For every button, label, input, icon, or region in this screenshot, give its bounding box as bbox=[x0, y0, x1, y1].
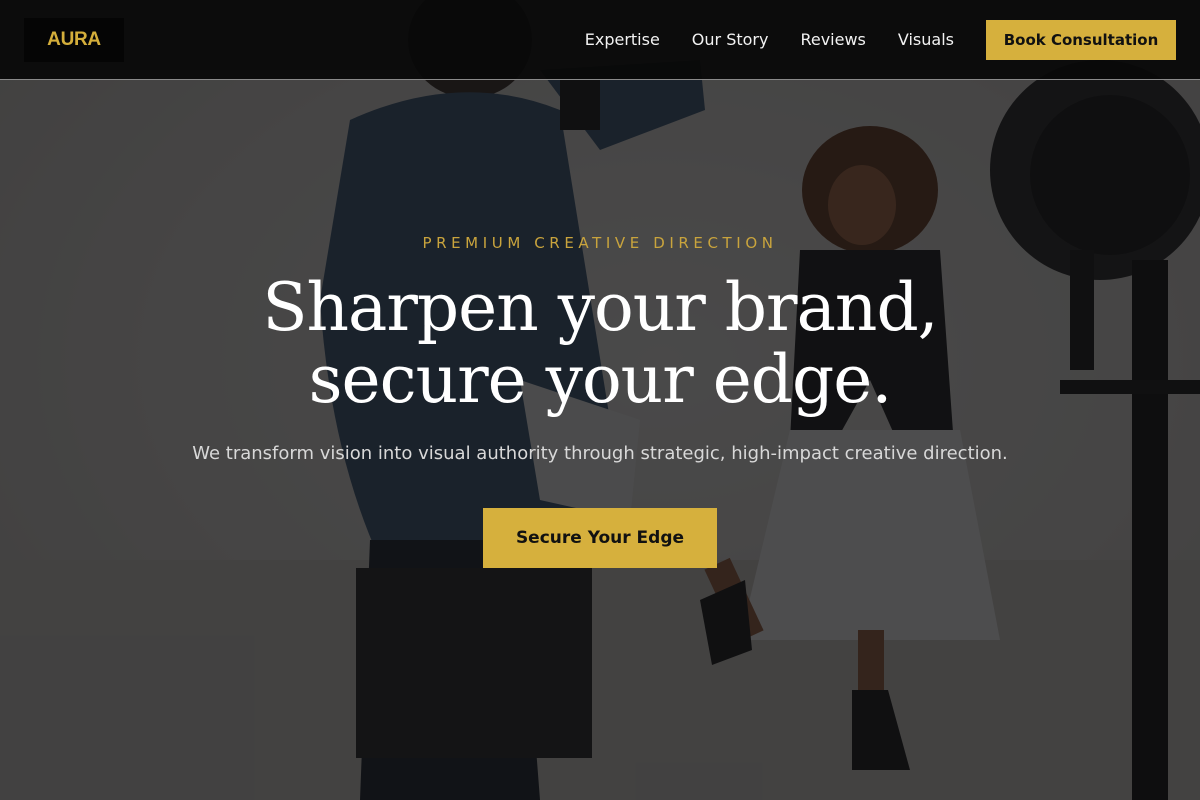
hero-subtext: We transform vision into visual authorit… bbox=[192, 443, 1008, 464]
nav-link-our-story[interactable]: Our Story bbox=[692, 30, 769, 49]
brand-logo[interactable]: AURA bbox=[24, 17, 124, 62]
secure-your-edge-button[interactable]: Secure Your Edge bbox=[483, 508, 717, 568]
hero-headline: Sharpen your brand, secure your edge. bbox=[0, 272, 1200, 416]
nav-link-visuals[interactable]: Visuals bbox=[898, 30, 954, 49]
book-consultation-button[interactable]: Book Consultation bbox=[986, 19, 1176, 60]
brand-logo-text: AURA bbox=[47, 28, 101, 50]
nav-link-expertise[interactable]: Expertise bbox=[585, 30, 660, 49]
top-navbar: AURA Expertise Our Story Reviews Visuals… bbox=[0, 0, 1200, 80]
hero-content: PREMIUM CREATIVE DIRECTION Sharpen your … bbox=[0, 0, 1200, 800]
nav-link-reviews[interactable]: Reviews bbox=[800, 30, 865, 49]
primary-nav: Expertise Our Story Reviews Visuals bbox=[585, 30, 954, 49]
hero-eyebrow: PREMIUM CREATIVE DIRECTION bbox=[422, 234, 778, 252]
hero-headline-line-2: secure your edge. bbox=[308, 341, 893, 418]
hero-headline-line-1: Sharpen your brand, bbox=[262, 269, 938, 346]
